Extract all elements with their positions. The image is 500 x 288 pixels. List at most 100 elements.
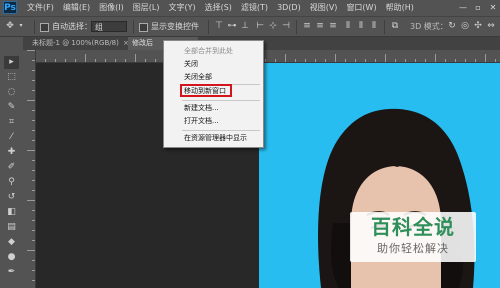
auto-select-checkbox[interactable] (40, 23, 49, 32)
ruler-tick (285, 54, 286, 62)
ruler-tick (27, 200, 35, 201)
vertical-ruler (23, 50, 36, 288)
menu-window[interactable]: 窗口(W) (346, 0, 376, 16)
menu-view[interactable]: 视图(V) (310, 0, 338, 16)
menu-select[interactable]: 选择(S) (205, 0, 232, 16)
3d-pan-icon[interactable]: ✣ (472, 20, 484, 32)
eyedropper-tool-icon[interactable]: ⁄ (4, 131, 19, 144)
crop-tool-icon[interactable]: ⌗ (4, 116, 19, 129)
auto-select-dropdown[interactable]: 组 (91, 21, 127, 32)
menu-edit[interactable]: 编辑(E) (63, 0, 90, 16)
ruler-tick (75, 59, 76, 62)
align-right-icon[interactable]: ⊣ (280, 20, 292, 32)
minimize-icon[interactable]: — (456, 0, 470, 16)
3d-slide-icon[interactable]: ⇔ (485, 20, 497, 32)
menu-item-new-document[interactable]: 新建文档... (184, 103, 219, 113)
ruler-tick (27, 100, 35, 101)
menu-item-consolidate-all[interactable]: 全部合并到此处 (184, 46, 233, 56)
clone-stamp-tool-icon[interactable]: ⚲ (4, 176, 19, 189)
watermark-title: 百科全说 (371, 215, 455, 239)
ruler-tick (315, 59, 316, 62)
tab-untitled-1[interactable]: 未标题-1 @ 100%(RGB/8) × (28, 37, 129, 50)
ruler-tick (27, 250, 35, 251)
auto-select-label: 自动选择： (52, 22, 92, 31)
3d-rotate-icon[interactable]: ↻ (446, 20, 458, 32)
menu-item-close-all[interactable]: 关闭全部 (184, 72, 212, 82)
align-left-icon[interactable]: ⊢ (254, 20, 266, 32)
ruler-tick (395, 59, 396, 62)
menu-3d[interactable]: 3D(D) (277, 0, 301, 16)
ruler-tick (32, 270, 35, 271)
separator (296, 20, 297, 34)
auto-select-value: 组 (95, 23, 103, 32)
lasso-tool-icon[interactable]: ◌ (4, 86, 19, 99)
ruler-tick (145, 59, 146, 62)
dodge-tool-icon[interactable]: ● (4, 251, 19, 264)
menu-item-open-document[interactable]: 打开文档... (184, 116, 219, 126)
watermark-subtitle: 助你轻松解决 (377, 242, 449, 255)
tool-preset-dropdown-icon[interactable]: ▾ (15, 20, 27, 32)
distribute-left-icon[interactable]: ⦀ (342, 20, 354, 32)
history-brush-tool-icon[interactable]: ↺ (4, 191, 19, 204)
distribute-vcenter-icon[interactable]: ≡ (314, 20, 326, 32)
3d-roll-icon[interactable]: ◎ (459, 20, 471, 32)
align-hcenter-icon[interactable]: ⊹ (267, 20, 279, 32)
ruler-tick (265, 59, 266, 62)
show-transform-label: 显示变换控件 (151, 22, 199, 31)
menu-image[interactable]: 图像(I) (99, 0, 124, 16)
brush-tool-icon[interactable]: ✐ (4, 161, 19, 174)
show-transform-checkbox[interactable] (139, 23, 148, 32)
auto-align-icon[interactable]: ⧉ (389, 20, 401, 32)
distribute-bottom-icon[interactable]: ≡ (327, 20, 339, 32)
menu-type[interactable]: 文字(Y) (168, 0, 195, 16)
menu-item-show-in-explorer[interactable]: 在资源管理器中显示 (184, 133, 247, 143)
eraser-tool-icon[interactable]: ◧ (4, 206, 19, 219)
ruler-tick (455, 59, 456, 62)
menu-layer[interactable]: 图层(L) (133, 0, 160, 16)
tab-label: 修改后 (132, 39, 153, 47)
align-bottom-icon[interactable]: ⊥ (239, 20, 251, 32)
ruler-tick (55, 59, 56, 62)
ruler-tick (435, 54, 436, 62)
distribute-right-icon[interactable]: ⦀ (368, 20, 380, 32)
ruler-tick (345, 59, 346, 62)
distribute-hcenter-icon[interactable]: ⦀ (355, 20, 367, 32)
tools-panel: ▸ ⬚ ◌ ✎ ⌗ ⁄ ✚ ✐ ⚲ ↺ ◧ ▤ ◆ ● ✒ (0, 37, 24, 288)
quick-select-tool-icon[interactable]: ✎ (4, 101, 19, 114)
separator (133, 20, 134, 34)
pen-tool-icon[interactable]: ✒ (4, 266, 19, 279)
healing-brush-tool-icon[interactable]: ✚ (4, 146, 19, 159)
watermark-badge: 百科全说 助你轻松解决 (350, 212, 476, 262)
ruler-tick (155, 59, 156, 62)
separator (384, 20, 385, 34)
ruler-tick (425, 59, 426, 62)
menu-file[interactable]: 文件(F) (27, 0, 54, 16)
ruler-tick (445, 59, 446, 62)
ruler-tick (32, 60, 35, 61)
distribute-top-icon[interactable]: ≡ (301, 20, 313, 32)
menu-separator (182, 100, 260, 101)
separator (34, 20, 35, 34)
tab-label: 未标题-1 @ 100%(RGB/8) (32, 39, 119, 47)
marquee-tool-icon[interactable]: ⬚ (4, 71, 19, 84)
ruler-tick (32, 240, 35, 241)
menu-filter[interactable]: 滤镜(T) (241, 0, 268, 16)
ruler-tick (115, 59, 116, 62)
menu-item-close[interactable]: 关闭 (184, 59, 198, 69)
highlight-box (180, 84, 232, 97)
ruler-tick (495, 59, 496, 62)
ruler-tick (125, 59, 126, 62)
tab-context-menu: 全部合并到此处 关闭 关闭全部 移动到新窗口 新建文档... 打开文档... 在… (163, 40, 264, 148)
ruler-tick (375, 59, 376, 62)
move-tool-icon[interactable]: ▸ (4, 56, 19, 69)
menu-help[interactable]: 帮助(H) (386, 0, 414, 16)
align-top-icon[interactable]: ⊤ (213, 20, 225, 32)
maximize-icon[interactable]: ▫ (471, 0, 485, 16)
gradient-tool-icon[interactable]: ▤ (4, 221, 19, 234)
ruler-tick (405, 59, 406, 62)
align-vcenter-icon[interactable]: ⊶ (226, 20, 238, 32)
ruler-tick (32, 120, 35, 121)
ruler-tick (32, 160, 35, 161)
blur-tool-icon[interactable]: ◆ (4, 236, 19, 249)
close-icon[interactable]: ✕ (486, 0, 500, 16)
